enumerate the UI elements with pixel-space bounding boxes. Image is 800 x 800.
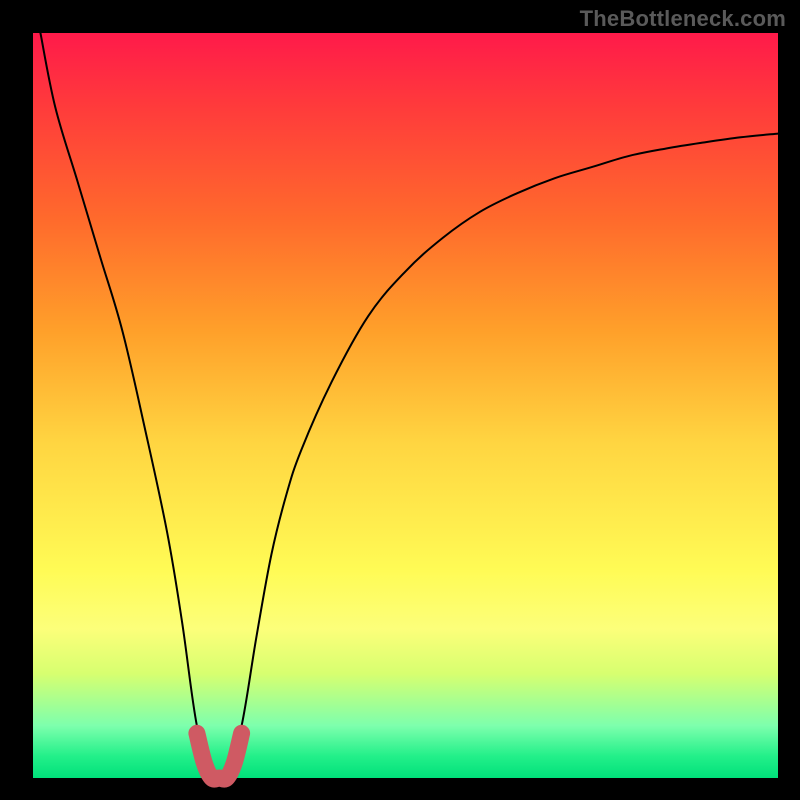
chart-svg: [0, 0, 800, 800]
bottleneck-curve: [40, 33, 778, 785]
chart-frame: TheBottleneck.com: [0, 0, 800, 800]
optimal-range-marker: [197, 733, 242, 779]
